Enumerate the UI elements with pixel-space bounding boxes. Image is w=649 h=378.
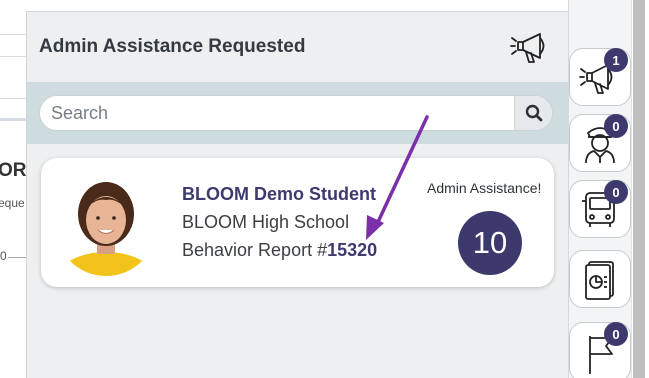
background-subtitle: eque xyxy=(0,196,25,210)
sidebar-item-admin-assistance[interactable]: 1 xyxy=(569,48,631,106)
scrollbar-thumb[interactable] xyxy=(633,0,645,378)
notification-card[interactable]: BLOOM Demo Student BLOOM High School Beh… xyxy=(41,158,554,287)
notification-sidebar: 1 0 0 0 xyxy=(568,0,631,378)
divider xyxy=(0,98,26,99)
panel-header: Admin Assistance Requested xyxy=(27,12,568,82)
scrollbar[interactable] xyxy=(631,0,649,378)
behavior-report-line: Behavior Report #15320 xyxy=(182,240,377,261)
panel-title: Admin Assistance Requested xyxy=(39,36,306,57)
background-axis-tick: 0 xyxy=(0,249,7,263)
student-name[interactable]: BLOOM Demo Student xyxy=(182,184,376,205)
sidebar-item-bus[interactable]: 0 xyxy=(569,180,631,238)
background-page: ORs eque 0 xyxy=(0,0,26,378)
sidebar-item-flag[interactable]: 0 xyxy=(569,322,631,378)
report-number[interactable]: 15320 xyxy=(327,240,377,260)
background-heading: ORs xyxy=(0,160,26,181)
sidebar-item-officer[interactable]: 0 xyxy=(569,114,631,172)
search-icon xyxy=(525,104,542,122)
report-chart-icon xyxy=(585,261,614,300)
school-name: BLOOM High School xyxy=(182,212,350,232)
sidebar-badge: 0 xyxy=(604,114,628,138)
search-button[interactable] xyxy=(514,96,552,130)
background-axis-line xyxy=(8,257,26,258)
top-strip xyxy=(26,0,568,12)
megaphone-icon xyxy=(509,26,555,66)
sidebar-badge: 1 xyxy=(604,48,628,72)
student-avatar xyxy=(55,174,157,276)
divider xyxy=(0,118,26,121)
search-input[interactable] xyxy=(40,96,516,130)
sidebar-badge: 0 xyxy=(604,322,628,346)
divider xyxy=(0,34,26,35)
divider xyxy=(0,56,26,57)
request-count-badge: 10 xyxy=(458,211,522,275)
alert-type-label: Admin Assistance! xyxy=(427,180,542,196)
admin-assistance-panel: Admin Assistance Requested Search BLOOM … xyxy=(26,12,568,378)
sidebar-badge: 0 xyxy=(604,180,628,204)
search-bar-area xyxy=(27,82,568,144)
sidebar-item-report[interactable] xyxy=(569,250,631,308)
search-box xyxy=(39,95,553,131)
report-label: Behavior Report # xyxy=(182,240,328,260)
